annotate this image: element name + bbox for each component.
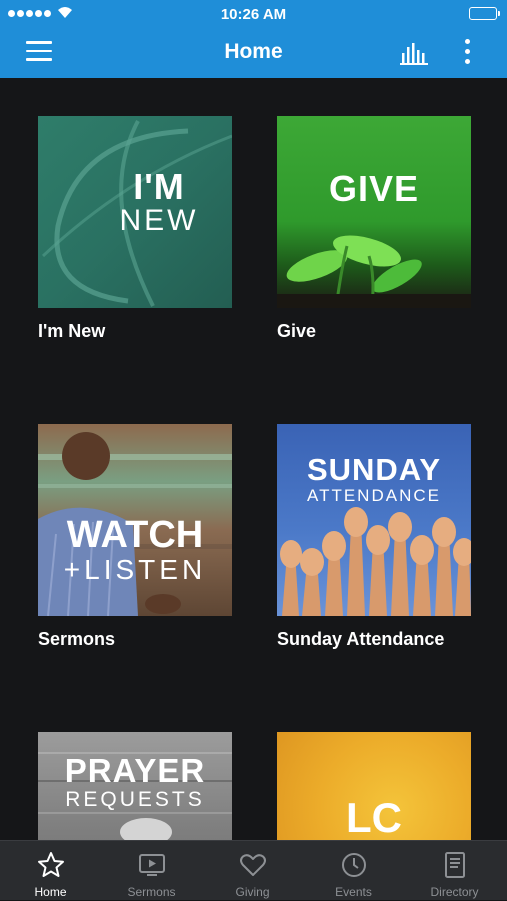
audio-bars-icon[interactable] (400, 41, 430, 65)
sunday-attendance-image: SUNDAY ATTENDANCE (277, 424, 471, 616)
seedling-icon (277, 235, 471, 308)
tile-lc[interactable]: LC (277, 732, 471, 840)
tile-label: I'm New (38, 321, 106, 341)
tab-home[interactable]: Home (0, 841, 101, 901)
nav-bar: Home (0, 28, 507, 78)
prayer-requests-subtitle: REQUESTS (65, 788, 205, 811)
tab-directory[interactable]: Directory (404, 841, 505, 901)
give-image: GIVE (277, 116, 471, 308)
tab-label: Directory (430, 885, 479, 899)
tile-give[interactable]: GIVE Give (277, 116, 471, 343)
give-title: GIVE (328, 168, 420, 209)
tile-label: Give (277, 321, 317, 341)
sermons-title: WATCH (66, 514, 204, 556)
tile-im-new[interactable]: I'M NEW I'm New (38, 116, 232, 343)
sunday-attendance-subtitle: ATTENDANCE (307, 486, 441, 505)
tile-label: Sermons (38, 629, 116, 649)
prayer-requests-title: PRAYER (64, 752, 206, 789)
im-new-subtitle: NEW (119, 204, 199, 237)
clock-icon (341, 853, 366, 877)
lc-title: LC (346, 794, 402, 840)
book-icon (444, 852, 465, 878)
status-time: 10:26 AM (220, 6, 287, 23)
sunday-attendance-title: SUNDAY (306, 452, 442, 487)
sermons-subtitle: +LISTEN (63, 554, 207, 585)
tab-events[interactable]: Events (303, 841, 404, 901)
tile-sunday-attendance[interactable]: SUNDAY ATTENDANCE Sunday Attendance (277, 424, 471, 651)
prayer-requests-image: PRAYER REQUESTS (38, 732, 232, 840)
star-icon (37, 852, 64, 877)
tab-label: Giving (235, 885, 270, 899)
page-title: Home (224, 40, 283, 63)
im-new-title: I'M (133, 166, 185, 207)
status-bar: 10:26 AM (0, 0, 507, 28)
lc-image: LC (277, 732, 471, 840)
im-new-image: I'M NEW (38, 116, 232, 308)
battery-icon (469, 7, 500, 20)
play-screen-icon (138, 854, 165, 876)
tab-label: Events (335, 885, 372, 899)
tab-bar: Home Sermons Giving Events Directory (0, 840, 507, 900)
tab-giving[interactable]: Giving (202, 841, 303, 901)
home-grid: I'M NEW I'm New GIVE Give WATCH +LISTEN … (0, 78, 507, 840)
tile-prayer-requests[interactable]: PRAYER REQUESTS (38, 732, 232, 840)
tab-sermons[interactable]: Sermons (101, 841, 202, 901)
heart-icon (239, 854, 266, 876)
tile-label: Sunday Attendance (277, 629, 445, 649)
tile-sermons[interactable]: WATCH +LISTEN Sermons (38, 424, 232, 651)
more-options-icon[interactable] (460, 39, 474, 67)
sermons-image: WATCH +LISTEN (38, 424, 232, 616)
tab-label: Sermons (127, 885, 176, 899)
tab-label: Home (34, 885, 67, 899)
